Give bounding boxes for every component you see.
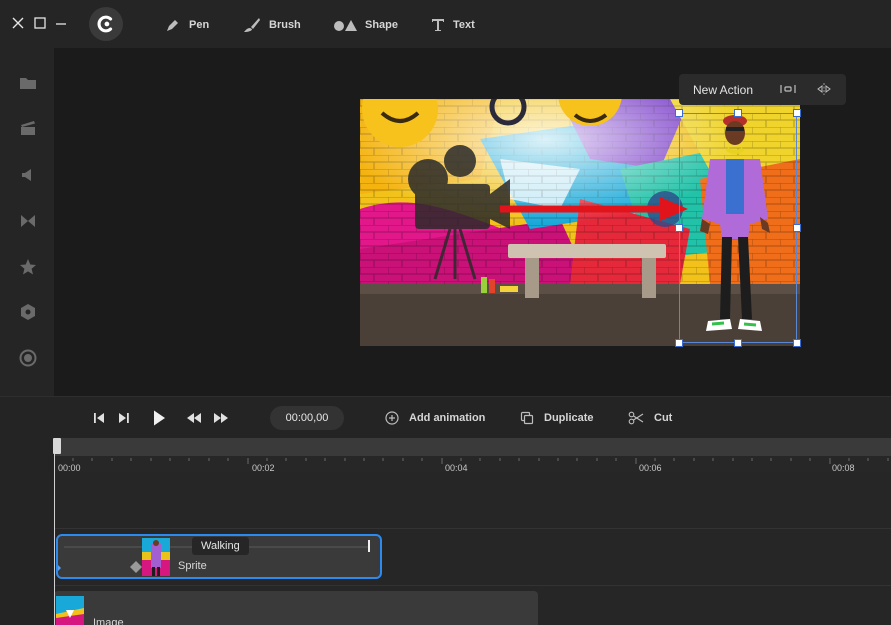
track-divider: [54, 528, 891, 529]
timeline-track-headers: [0, 438, 54, 625]
resize-handle-bottom-left[interactable]: [675, 339, 683, 347]
speaker-icon[interactable]: [19, 166, 37, 184]
duplicate-icon: [520, 411, 534, 425]
star-icon[interactable]: [19, 258, 37, 276]
track-name: Image: [93, 617, 124, 625]
tick-label: 00:02: [252, 463, 275, 473]
add-animation-label: Add animation: [409, 412, 486, 424]
text-icon: [432, 19, 444, 31]
duplicate-button[interactable]: Duplicate: [520, 409, 594, 427]
image-thumbnail: [56, 596, 84, 625]
scrub-track[interactable]: [54, 438, 891, 456]
tick-label: 00:04: [445, 463, 468, 473]
shape-icon: [334, 20, 357, 31]
pen-icon: [167, 20, 178, 31]
scissors-icon: [628, 411, 644, 425]
track-name: Sprite: [178, 560, 207, 572]
resize-handle-bottom[interactable]: [734, 339, 742, 347]
resize-handle-right[interactable]: [793, 224, 801, 232]
tick-label: 00:00: [58, 463, 81, 473]
tool-text[interactable]: Text: [431, 14, 475, 36]
new-action-button[interactable]: New Action: [693, 83, 753, 97]
tool-text-label: Text: [453, 19, 475, 31]
resize-handle-top[interactable]: [734, 109, 742, 117]
animation-tag[interactable]: Walking: [192, 537, 249, 555]
selection-box[interactable]: [679, 113, 797, 343]
timeline[interactable]: 00:00 00:02 00:04 00:06 00:08 Walking Sp…: [53, 438, 891, 625]
tool-shape[interactable]: Shape: [333, 14, 398, 36]
rewind-icon[interactable]: [186, 411, 202, 425]
app-logo: [89, 7, 123, 41]
cut-label: Cut: [654, 412, 673, 424]
duplicate-label: Duplicate: [544, 412, 594, 424]
flip-horizontal-icon[interactable]: [816, 82, 832, 96]
maximize-icon[interactable]: [33, 16, 47, 30]
playhead-handle[interactable]: [53, 438, 61, 454]
hexagon-icon[interactable]: [19, 303, 37, 321]
record-icon[interactable]: [19, 349, 37, 367]
time-display[interactable]: 00:00,00: [270, 406, 344, 430]
new-action-popup: New Action: [679, 74, 846, 105]
minimize-icon[interactable]: [54, 16, 68, 30]
play-icon[interactable]: [151, 409, 167, 427]
tool-brush[interactable]: Brush: [243, 14, 301, 36]
align-center-icon[interactable]: [780, 82, 796, 96]
ruler-ticks: [54, 458, 889, 464]
add-circle-icon: [385, 411, 399, 425]
close-icon[interactable]: [11, 16, 25, 30]
resize-handle-left[interactable]: [675, 224, 683, 232]
track-divider: [54, 585, 891, 586]
sprite-clip[interactable]: Walking Sprite: [56, 534, 382, 579]
fast-forward-icon[interactable]: [213, 411, 229, 425]
brush-icon: [244, 18, 260, 32]
time-ruler[interactable]: [54, 456, 891, 472]
step-forward-icon[interactable]: [117, 411, 131, 425]
logo-icon: [97, 15, 113, 33]
folder-icon[interactable]: [19, 74, 37, 92]
resize-handle-top-right[interactable]: [793, 109, 801, 117]
top-toolbar: Pen Brush Shape Text: [0, 0, 891, 48]
resize-handle-top-left[interactable]: [675, 109, 683, 117]
image-clip[interactable]: Image: [54, 591, 538, 625]
tool-pen[interactable]: Pen: [165, 14, 209, 36]
skip-to-start-icon[interactable]: [92, 411, 106, 425]
add-animation-button[interactable]: Add animation: [385, 409, 485, 427]
tick-label: 00:06: [639, 463, 662, 473]
transition-icon[interactable]: [19, 212, 37, 230]
tool-brush-label: Brush: [269, 19, 301, 31]
cut-button[interactable]: Cut: [628, 409, 672, 427]
tick-label: 00:08: [832, 463, 855, 473]
tool-pen-label: Pen: [189, 19, 210, 31]
resize-handle-bottom-right[interactable]: [793, 339, 801, 347]
tool-shape-label: Shape: [365, 19, 399, 31]
clapperboard-icon[interactable]: [19, 119, 37, 137]
playhead[interactable]: [54, 438, 55, 625]
left-sidebar: [0, 48, 54, 396]
sprite-thumbnail: [142, 538, 170, 576]
transport-bar: 00:00,00 Add animation Duplicate Cut: [0, 396, 891, 438]
